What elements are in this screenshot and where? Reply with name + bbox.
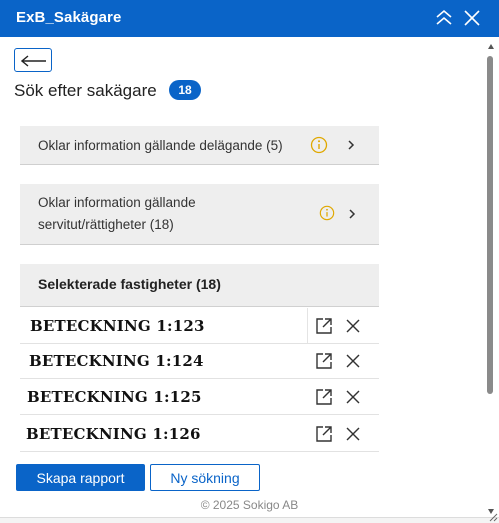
open-external-icon[interactable] — [315, 352, 333, 370]
page-title: Sök efter sakägare — [14, 81, 157, 100]
info-row-easements[interactable]: Oklar information gällande servitut/rätt… — [20, 184, 379, 245]
remove-icon[interactable] — [344, 425, 362, 443]
resize-handle-icon[interactable] — [488, 512, 498, 522]
property-designation: BETECKNING 1:124 — [29, 352, 204, 370]
scrollbar-thumb[interactable] — [487, 56, 493, 394]
open-external-icon[interactable] — [315, 317, 333, 335]
row-divider — [307, 308, 308, 343]
remove-icon[interactable] — [344, 352, 362, 370]
open-external-icon[interactable] — [315, 388, 333, 406]
info-row-ownership[interactable]: Oklar information gällande delägande (5) — [20, 126, 379, 165]
property-designation: BETECKNING 1:126 — [26, 425, 201, 443]
new-search-button[interactable]: Ny sökning — [150, 464, 260, 491]
count-badge: 18 — [169, 80, 201, 100]
selected-properties-header: Selekterade fastigheter (18) — [20, 264, 379, 307]
create-report-button[interactable]: Skapa rapport — [16, 464, 145, 491]
property-designation: BETECKNING 1:123 — [30, 317, 205, 335]
chevron-right-icon — [348, 140, 355, 150]
info-icon — [319, 205, 335, 221]
info-row-label-line1: Oklar information gällande — [38, 195, 196, 210]
open-external-icon[interactable] — [315, 425, 333, 443]
close-icon[interactable] — [462, 8, 482, 28]
info-row-label: Oklar information gällande delägande (5) — [38, 138, 283, 153]
bottom-divider — [0, 517, 499, 523]
table-row: BETECKNING 1:123 — [20, 308, 379, 344]
back-button[interactable] — [14, 48, 52, 72]
table-row: BETECKNING 1:125 — [20, 379, 379, 415]
remove-icon[interactable] — [344, 388, 362, 406]
remove-icon[interactable] — [344, 317, 362, 335]
copyright-footer: © 2025 Sokigo AB — [200, 498, 299, 512]
title-bar: ExB_Sakägare — [0, 0, 499, 37]
chevron-right-icon — [349, 209, 356, 219]
double-chevron-up-icon[interactable] — [434, 8, 454, 28]
table-row: BETECKNING 1:124 — [20, 343, 379, 379]
arrow-left-icon — [21, 55, 46, 67]
selected-properties-title: Selekterade fastigheter (18) — [38, 276, 221, 292]
info-row-label-line2: servitut/rättigheter (18) — [38, 217, 174, 232]
window-title: ExB_Sakägare — [16, 9, 122, 26]
table-row: BETECKNING 1:126 — [20, 416, 379, 452]
info-icon — [310, 136, 328, 154]
scroll-up-arrow-icon[interactable] — [488, 44, 494, 49]
property-designation: BETECKNING 1:125 — [27, 388, 202, 406]
